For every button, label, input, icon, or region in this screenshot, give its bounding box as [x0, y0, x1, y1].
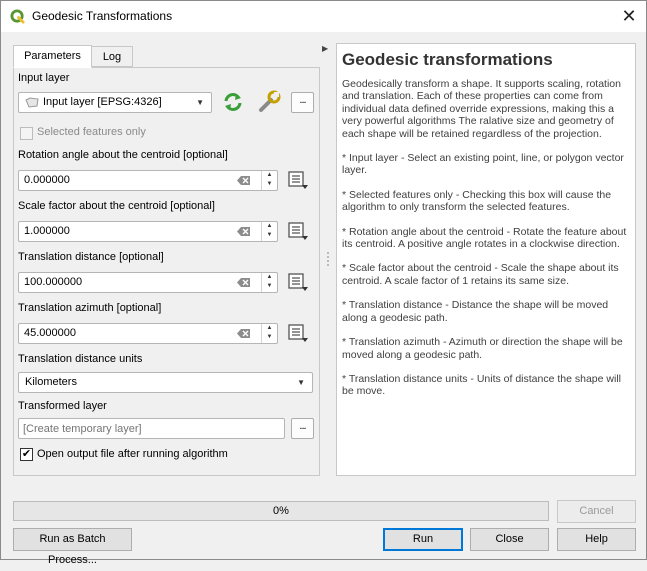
help-paragraph: * Translation distance units - Units of … [342, 372, 621, 398]
wrench-icon[interactable] [257, 90, 283, 114]
step-down-icon[interactable]: ▼ [262, 333, 277, 342]
step-up-icon[interactable]: ▲ [262, 324, 277, 333]
output-browse-button[interactable]: ... [291, 418, 314, 439]
output-label: Transformed layer [18, 400, 107, 412]
ellipsis-icon: ... [299, 420, 306, 432]
splitter-handle[interactable] [326, 251, 330, 269]
input-layer-browse-button[interactable]: ... [291, 92, 314, 113]
help-paragraph: * Rotation angle about the centroid - Ro… [342, 225, 627, 251]
azimuth-stepper[interactable]: ▲ ▼ [261, 324, 277, 343]
qgis-logo-icon [10, 9, 25, 24]
progress-bar: 0% [13, 501, 549, 521]
tab-parameters-label: Parameters [24, 50, 81, 62]
clear-icon[interactable] [237, 175, 251, 186]
help-button[interactable]: Help [557, 528, 636, 551]
chevron-down-icon: ▼ [297, 378, 305, 387]
help-panel: Geodesic transformations Geodesically tr… [336, 43, 636, 476]
help-title: Geodesic transformations [342, 50, 553, 69]
help-paragraph: * Scale factor about the centroid - Scal… [342, 262, 619, 287]
azimuth-spinbox[interactable]: 45.000000 ▲ ▼ [18, 323, 278, 344]
data-defined-override-icon[interactable] [287, 170, 309, 190]
distance-value: 100.000000 [24, 276, 83, 288]
help-paragraph: * Input layer - Select an existing point… [342, 152, 624, 177]
step-down-icon[interactable]: ▼ [262, 282, 277, 291]
selected-only-checkbox[interactable] [20, 127, 33, 140]
close-button[interactable]: Close [470, 528, 549, 551]
azimuth-label: Translation azimuth [optional] [18, 302, 162, 314]
data-defined-override-icon[interactable] [287, 323, 309, 343]
clear-icon[interactable] [237, 226, 251, 237]
run-button[interactable]: Run [383, 528, 463, 551]
tab-parameters[interactable]: Parameters [13, 45, 92, 68]
rotation-spinbox[interactable]: 0.000000 ▲ ▼ [18, 170, 278, 191]
help-paragraph: Geodesically transform a shape. It suppo… [342, 78, 621, 140]
dialog-window: Geodesic Transformations ✕ Parameters Lo… [0, 0, 647, 566]
output-layer-field[interactable] [18, 418, 285, 439]
window-close-button[interactable]: ✕ [612, 1, 646, 32]
scale-value: 1.000000 [24, 225, 70, 237]
scale-label: Scale factor about the centroid [optiona… [18, 200, 215, 212]
progress-text: 0% [273, 505, 289, 517]
units-combo[interactable]: Kilometers ▼ [18, 372, 313, 393]
azimuth-value: 45.000000 [24, 327, 76, 339]
selected-only-label: Selected features only [37, 126, 146, 138]
distance-stepper[interactable]: ▲ ▼ [261, 273, 277, 292]
help-paragraph: * Selected features only - Checking this… [342, 188, 612, 214]
help-button-label: Help [585, 533, 608, 545]
step-down-icon[interactable]: ▼ [262, 180, 277, 189]
units-value: Kilometers [25, 376, 77, 388]
tab-log-label: Log [102, 51, 122, 63]
clear-icon[interactable] [237, 328, 251, 339]
panel-collapse-icon[interactable]: ▶ [322, 44, 328, 53]
run-batch-button-label: Run as Batch Process... [39, 533, 106, 566]
check-icon: ✔ [21, 448, 32, 460]
run-button-label: Run [412, 533, 434, 545]
scale-spinbox[interactable]: 1.000000 ▲ ▼ [18, 221, 278, 242]
ellipsis-icon: ... [299, 94, 306, 106]
close-button-label: Close [495, 533, 524, 545]
window-title: Geodesic Transformations [32, 9, 173, 23]
distance-label: Translation distance [optional] [18, 251, 164, 263]
rotation-value: 0.000000 [24, 174, 70, 186]
data-defined-override-icon[interactable] [287, 221, 309, 241]
step-up-icon[interactable]: ▲ [262, 222, 277, 231]
units-label: Translation distance units [18, 353, 143, 365]
help-paragraph: * Translation distance - Distance the sh… [342, 299, 609, 324]
input-layer-label: Input layer [18, 72, 70, 84]
step-up-icon[interactable]: ▲ [262, 171, 277, 180]
clear-icon[interactable] [237, 277, 251, 288]
rotation-stepper[interactable]: ▲ ▼ [261, 171, 277, 190]
data-defined-override-icon[interactable] [287, 272, 309, 292]
tab-log[interactable]: Log [91, 46, 133, 67]
input-layer-value: Input layer [EPSG:4326] [43, 96, 162, 108]
scale-stepper[interactable]: ▲ ▼ [261, 222, 277, 241]
title-bar: Geodesic Transformations ✕ [1, 1, 646, 32]
chevron-down-icon: ▼ [196, 98, 204, 107]
open-output-checkbox[interactable]: ✔ [20, 448, 33, 461]
rotation-label: Rotation angle about the centroid [optio… [18, 149, 228, 161]
input-layer-combo[interactable]: Input layer [EPSG:4326] ▼ [18, 92, 212, 113]
step-down-icon[interactable]: ▼ [262, 231, 277, 240]
step-up-icon[interactable]: ▲ [262, 273, 277, 282]
help-paragraph: * Translation azimuth - Azimuth or direc… [342, 336, 623, 361]
open-output-label: Open output file after running algorithm [37, 448, 228, 460]
run-batch-button[interactable]: Run as Batch Process... [13, 528, 132, 566]
close-icon: ✕ [621, 6, 637, 26]
iterate-features-icon[interactable] [221, 91, 245, 113]
cancel-button-label: Cancel [579, 505, 614, 517]
cancel-button[interactable]: Cancel [557, 500, 636, 523]
polygon-layer-icon [25, 97, 39, 108]
distance-spinbox[interactable]: 100.000000 ▲ ▼ [18, 272, 278, 293]
